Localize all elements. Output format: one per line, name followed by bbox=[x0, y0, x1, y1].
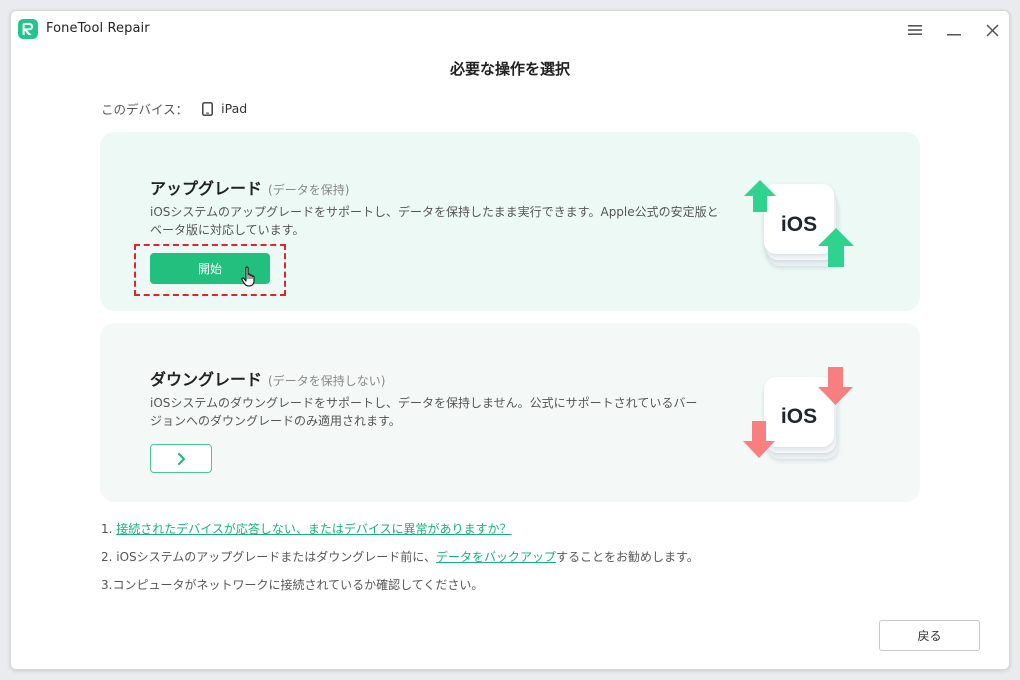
backup-data-link[interactable]: データをバックアップ bbox=[436, 550, 556, 564]
close-button[interactable] bbox=[981, 19, 1003, 41]
back-button[interactable]: 戻る bbox=[879, 620, 980, 651]
upgrade-card: アップグレード (データを保持) iOSシステムのアップグレードをサポートし、デー… bbox=[100, 132, 920, 311]
menu-button[interactable] bbox=[904, 19, 926, 41]
downgrade-card: ダウングレード (データを保持しない) iOSシステムのダウングレードをサポートし… bbox=[100, 323, 920, 502]
downgrade-title-text: ダウングレード bbox=[150, 370, 263, 389]
app-window: FoneTool Repair 必要な操作を選択 このデバイス： iPad アッ… bbox=[10, 10, 1010, 670]
device-name: iPad bbox=[221, 101, 248, 116]
note-2-prefix: 2. iOSシステムのアップグレードまたはダウングレード前に、 bbox=[101, 550, 436, 564]
app-title: FoneTool Repair bbox=[46, 21, 150, 36]
device-label: このデバイス： bbox=[101, 102, 189, 117]
downgrade-description-line: ジョンへのダウングレードのみ適用されます。 bbox=[150, 414, 401, 428]
minimize-button[interactable] bbox=[943, 19, 965, 41]
device-issue-link[interactable]: 接続されたデバイスが応答しない、またはデバイスに異常がありますか？ bbox=[116, 522, 511, 536]
note-item: 2. iOSシステムのアップグレードまたはダウングレード前に、データをバックアッ… bbox=[101, 549, 699, 577]
downgrade-next-button[interactable] bbox=[150, 444, 212, 473]
notes-list: 1. 接続されたデバイスが応答しない、またはデバイスに異常がありますか？ 2. … bbox=[101, 521, 699, 605]
ios-badge-text: iOS bbox=[781, 213, 817, 236]
note-1-prefix: 1. bbox=[101, 522, 117, 536]
downgrade-title: ダウングレード (データを保持しない) bbox=[150, 366, 385, 390]
device-info: このデバイス： iPad bbox=[101, 99, 247, 118]
close-icon bbox=[985, 23, 999, 37]
minimize-icon bbox=[947, 34, 961, 36]
note-item: 3.コンピュータがネットワークに接続されているか確認してください。 bbox=[101, 577, 699, 605]
ios-downgrade-illustration: iOS bbox=[743, 367, 853, 459]
upgrade-title: アップグレード (データを保持) bbox=[150, 175, 349, 199]
upgrade-description-line: iOSシステムのアップグレードをサポートし、データを保持したまま実行できます。A… bbox=[150, 205, 719, 219]
upgrade-subtitle: (データを保持) bbox=[268, 183, 350, 197]
app-logo-icon bbox=[18, 19, 38, 39]
ios-upgrade-illustration: iOS bbox=[744, 180, 854, 267]
downgrade-description: iOSシステムのダウングレードをサポートし、データを保持しません。公式にサポート… bbox=[150, 394, 730, 430]
downgrade-subtitle: (データを保持しない) bbox=[268, 374, 386, 388]
note-3-text: 3.コンピュータがネットワークに接続されているか確認してください。 bbox=[101, 578, 484, 592]
hand-cursor-icon bbox=[241, 266, 255, 287]
title-bar: FoneTool Repair bbox=[11, 11, 1009, 49]
note-item: 1. 接続されたデバイスが応答しない、またはデバイスに異常がありますか？ bbox=[101, 521, 699, 549]
note-2-suffix: することをお勧めします。 bbox=[555, 550, 699, 564]
page-title: 必要な操作を選択 bbox=[449, 60, 570, 78]
upgrade-title-text: アップグレード bbox=[150, 179, 263, 198]
hamburger-menu-icon bbox=[908, 25, 922, 35]
chevron-right-icon bbox=[177, 452, 185, 465]
downgrade-description-line: iOSシステムのダウングレードをサポートし、データを保持しません。公式にサポート… bbox=[150, 396, 698, 410]
ios-badge-text: iOS bbox=[781, 405, 817, 428]
tablet-icon bbox=[202, 101, 214, 116]
upgrade-description-line: ベータ版に対応しています。 bbox=[150, 223, 305, 237]
upgrade-description: iOSシステムのアップグレードをサポートし、データを保持したまま実行できます。A… bbox=[150, 203, 730, 239]
